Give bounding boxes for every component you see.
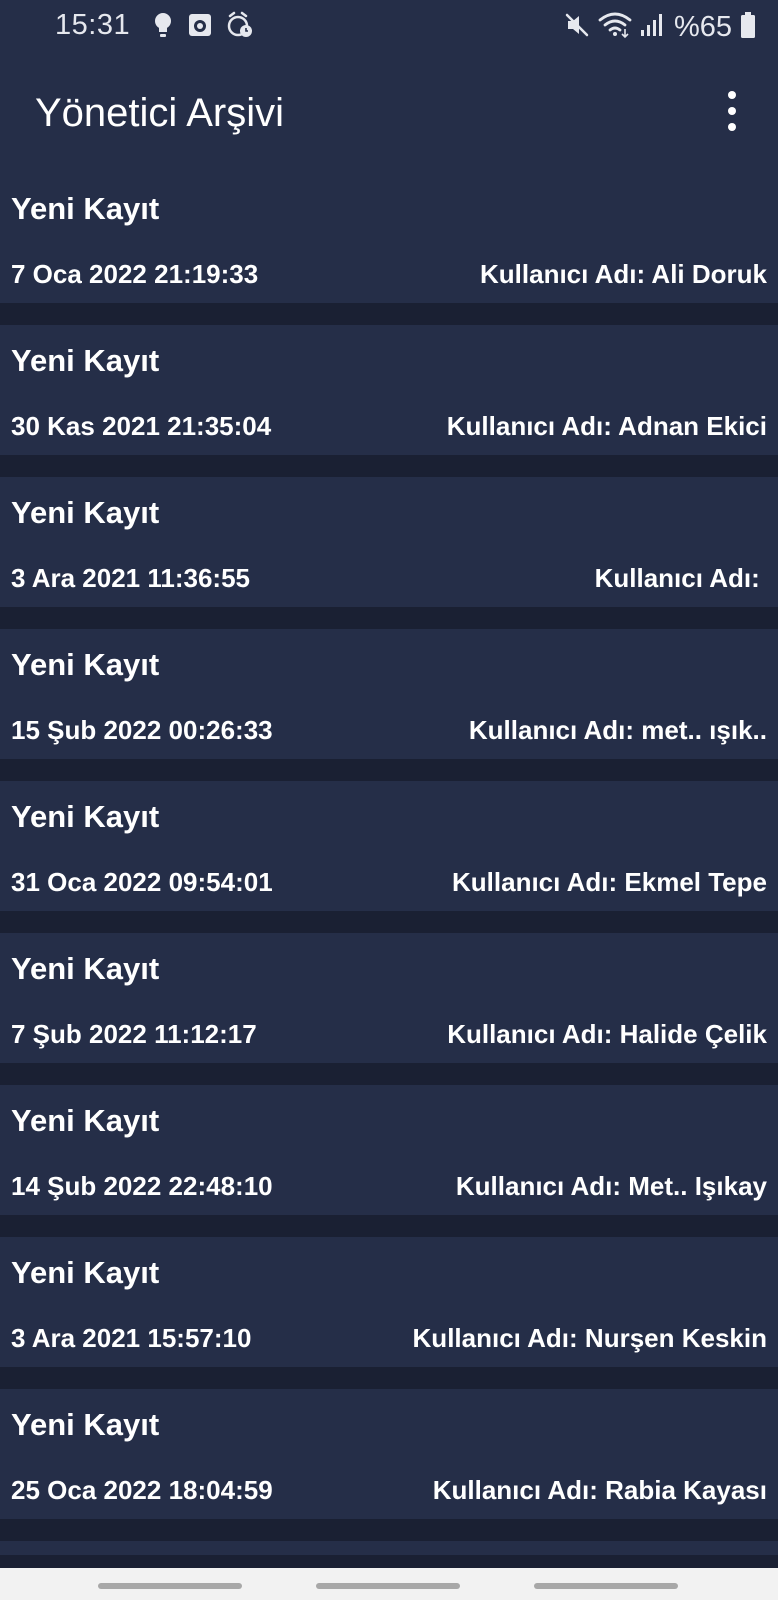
- record-list: Yeni Kayıt 7 Oca 2022 21:19:33 Kullanıcı…: [0, 173, 778, 1555]
- lightbulb-icon: [152, 11, 174, 44]
- record-card[interactable]: Yeni Kayıt 25 Oca 2022 18:04:59 Kullanıc…: [0, 1389, 778, 1519]
- record-user-label: Kullanıcı Adı:: [468, 715, 635, 745]
- more-vert-icon-dot: [728, 107, 736, 115]
- record-date: 31 Oca 2022 09:54:01: [11, 867, 273, 897]
- record-card[interactable]: Yeni Kayıt 3 Ara 2021 11:36:55 Kullanıcı…: [0, 477, 778, 607]
- more-vert-icon-dot: [728, 123, 736, 131]
- record-user-name: met.. ışık..: [641, 715, 767, 745]
- record-user-label: Kullanıcı Adı:: [446, 411, 612, 441]
- status-right-icons: %65: [564, 10, 756, 44]
- record-user-label: Kullanıcı Adı:: [412, 1323, 578, 1353]
- record-card[interactable]: Yeni Kayıt 3 Ara 2021 15:57:10 Kullanıcı…: [0, 1237, 778, 1367]
- record-date: 3 Ara 2021 15:57:10: [11, 1323, 252, 1353]
- record-title: Yeni Kayıt: [11, 1103, 160, 1138]
- record-title: Yeni Kayıt: [11, 191, 160, 226]
- signal-icon: [640, 12, 664, 43]
- record-card[interactable]: Yeni Kayıt 31 Oca 2022 09:54:01 Kullanıc…: [0, 781, 778, 911]
- status-bar: 15:31 %65: [0, 0, 778, 55]
- battery-icon: [740, 11, 756, 44]
- alarm-icon: [226, 11, 254, 44]
- battery-percentage: %65: [673, 10, 732, 43]
- mute-icon: [564, 12, 590, 43]
- record-user-name: Ekmel Tepe: [624, 867, 767, 897]
- record-user-label: Kullanıcı Adı:: [594, 563, 760, 593]
- page-title: Yönetici Arşivi: [35, 91, 284, 135]
- nav-home-button[interactable]: [316, 1583, 460, 1589]
- record-user-label: Kullanıcı Adı:: [480, 259, 646, 289]
- record-user: Kullanıcı Adı: Rabia Kayası: [433, 1475, 767, 1506]
- record-date: 30 Kas 2021 21:35:04: [11, 411, 272, 441]
- camera-icon: [188, 13, 212, 42]
- record-title: Yeni Kayıt: [11, 1255, 160, 1290]
- status-left-icons: [152, 11, 254, 44]
- record-user: Kullanıcı Adı: met.. ışık..: [469, 715, 767, 746]
- nav-recents-button[interactable]: [98, 1583, 242, 1589]
- record-card[interactable]: Yeni Kayıt 14 Şub 2022 22:48:10 Kullanıc…: [0, 1085, 778, 1215]
- record-user: Kullanıcı Adı: Nurşen Keskin: [413, 1323, 767, 1354]
- navigation-bar: [0, 1568, 778, 1600]
- record-user: Kullanıcı Adı: Met.. Işıkay: [456, 1171, 767, 1202]
- record-user-name: Nurşen Keskin: [584, 1323, 767, 1353]
- record-date: 3 Ara 2021 11:36:55: [11, 563, 251, 593]
- record-title: Yeni Kayıt: [11, 799, 160, 834]
- record-card[interactable]: Yeni Kayıt 15 Şub 2022 00:26:33 Kullanıc…: [0, 629, 778, 759]
- record-title: Yeni Kayıt: [11, 647, 160, 682]
- record-card[interactable]: Yeni Kayıt 7 Şub 2022 11:12:17 Kullanıcı…: [0, 933, 778, 1063]
- record-user-label: Kullanıcı Adı:: [447, 1019, 613, 1049]
- record-user: Kullanıcı Adı: Adnan Ekici: [447, 411, 767, 442]
- record-user-name: Ali Doruk: [651, 259, 767, 289]
- record-title: Yeni Kayıt: [11, 343, 160, 378]
- record-user-name: Met.. Işıkay: [628, 1171, 767, 1201]
- record-user-label: Kullanıcı Adı:: [432, 1475, 598, 1505]
- wifi-icon: [598, 11, 632, 44]
- record-user-label: Kullanıcı Adı:: [452, 867, 618, 897]
- record-user-name: Adnan Ekici: [618, 411, 767, 441]
- app-bar: Yönetici Arşivi: [0, 55, 778, 173]
- nav-back-button[interactable]: [534, 1583, 678, 1589]
- record-user: Kullanıcı Adı:: [595, 563, 767, 594]
- record-card[interactable]: Yeni Kayıt 7 Oca 2022 21:19:33 Kullanıcı…: [0, 173, 778, 303]
- record-title: Yeni Kayıt: [11, 1407, 160, 1442]
- record-user: Kullanıcı Adı: Halide Çelik: [447, 1019, 767, 1050]
- record-user-label: Kullanıcı Adı:: [455, 1171, 622, 1201]
- record-date: 7 Şub 2022 11:12:17: [11, 1019, 257, 1049]
- record-title: Yeni Kayıt: [11, 495, 160, 530]
- more-vert-icon: [728, 91, 736, 99]
- more-options-button[interactable]: [722, 91, 742, 131]
- record-title: Yeni Kayıt: [11, 951, 160, 986]
- record-date: 15 Şub 2022 00:26:33: [11, 715, 273, 745]
- record-card-partial[interactable]: [0, 1541, 778, 1555]
- record-date: 25 Oca 2022 18:04:59: [11, 1475, 273, 1505]
- record-card[interactable]: Yeni Kayıt 30 Kas 2021 21:35:04 Kullanıc…: [0, 325, 778, 455]
- record-user-name: Rabia Kayası: [605, 1475, 767, 1505]
- record-date: 14 Şub 2022 22:48:10: [11, 1171, 273, 1201]
- record-date: 7 Oca 2022 21:19:33: [11, 259, 259, 289]
- status-time: 15:31: [55, 9, 131, 41]
- record-user: Kullanıcı Adı: Ekmel Tepe: [452, 867, 767, 898]
- record-user-name: Halide Çelik: [619, 1019, 767, 1049]
- record-user: Kullanıcı Adı: Ali Doruk: [480, 259, 767, 290]
